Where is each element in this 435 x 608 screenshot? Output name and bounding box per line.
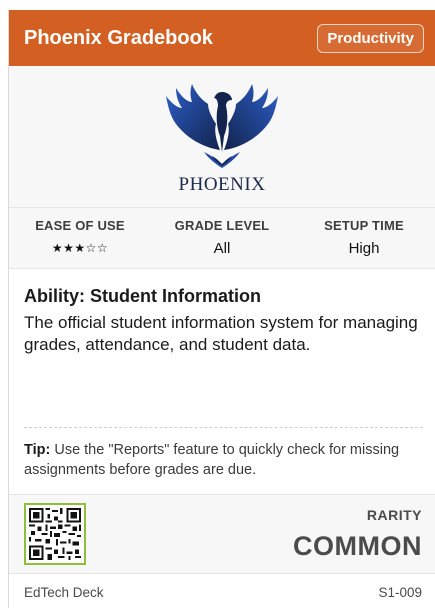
category-badge[interactable]: Productivity bbox=[317, 23, 424, 53]
stat-setup-time: SETUP TIME High bbox=[293, 208, 435, 268]
stat-grade-level: GRADE LEVEL All bbox=[151, 208, 293, 268]
stats-row: EASE OF USE ★★★☆☆ GRADE LEVEL All SETUP … bbox=[9, 208, 435, 269]
card-title: Phoenix Gradebook bbox=[24, 26, 213, 49]
card-header: Phoenix Gradebook Productivity bbox=[9, 10, 435, 66]
deck-name: EdTech Deck bbox=[24, 584, 104, 600]
stat-label: SETUP TIME bbox=[324, 218, 404, 233]
card-bottom-bar: EdTech Deck S1-009 bbox=[9, 573, 435, 608]
card-footer: RARITY COMMON bbox=[9, 494, 435, 573]
ability-text: The official student information system … bbox=[24, 313, 418, 354]
qr-code[interactable] bbox=[24, 503, 86, 565]
ability-section: Ability: Student Information The officia… bbox=[9, 269, 435, 427]
stat-ease-of-use: EASE OF USE ★★★☆☆ bbox=[9, 208, 151, 268]
ability-title: Ability: Student Information bbox=[24, 286, 261, 306]
tip-text: Use the "Reports" feature to quickly che… bbox=[24, 442, 400, 478]
stat-label: EASE OF USE bbox=[35, 218, 125, 233]
logo-area: PHOENIX bbox=[9, 66, 435, 208]
qr-code-icon bbox=[29, 508, 81, 560]
tip-section: Tip: Use the "Reports" feature to quickl… bbox=[9, 428, 435, 494]
tip-label: Tip: bbox=[24, 442, 51, 458]
stat-value: High bbox=[348, 240, 380, 257]
star-rating: ★★★☆☆ bbox=[51, 241, 109, 255]
card-code: S1-009 bbox=[378, 584, 422, 600]
phoenix-logo: PHOENIX bbox=[166, 83, 278, 195]
phoenix-emblem-icon bbox=[166, 83, 278, 168]
rarity-label: RARITY bbox=[366, 506, 422, 523]
stat-label: GRADE LEVEL bbox=[174, 218, 270, 233]
tool-card: Phoenix Gradebook Productivity PHOENIX E… bbox=[8, 10, 435, 608]
rarity-block: RARITY COMMON bbox=[293, 507, 422, 562]
logo-wordmark: PHOENIX bbox=[179, 174, 266, 195]
stat-value: All bbox=[213, 240, 231, 257]
rarity-value: COMMON bbox=[293, 530, 422, 561]
